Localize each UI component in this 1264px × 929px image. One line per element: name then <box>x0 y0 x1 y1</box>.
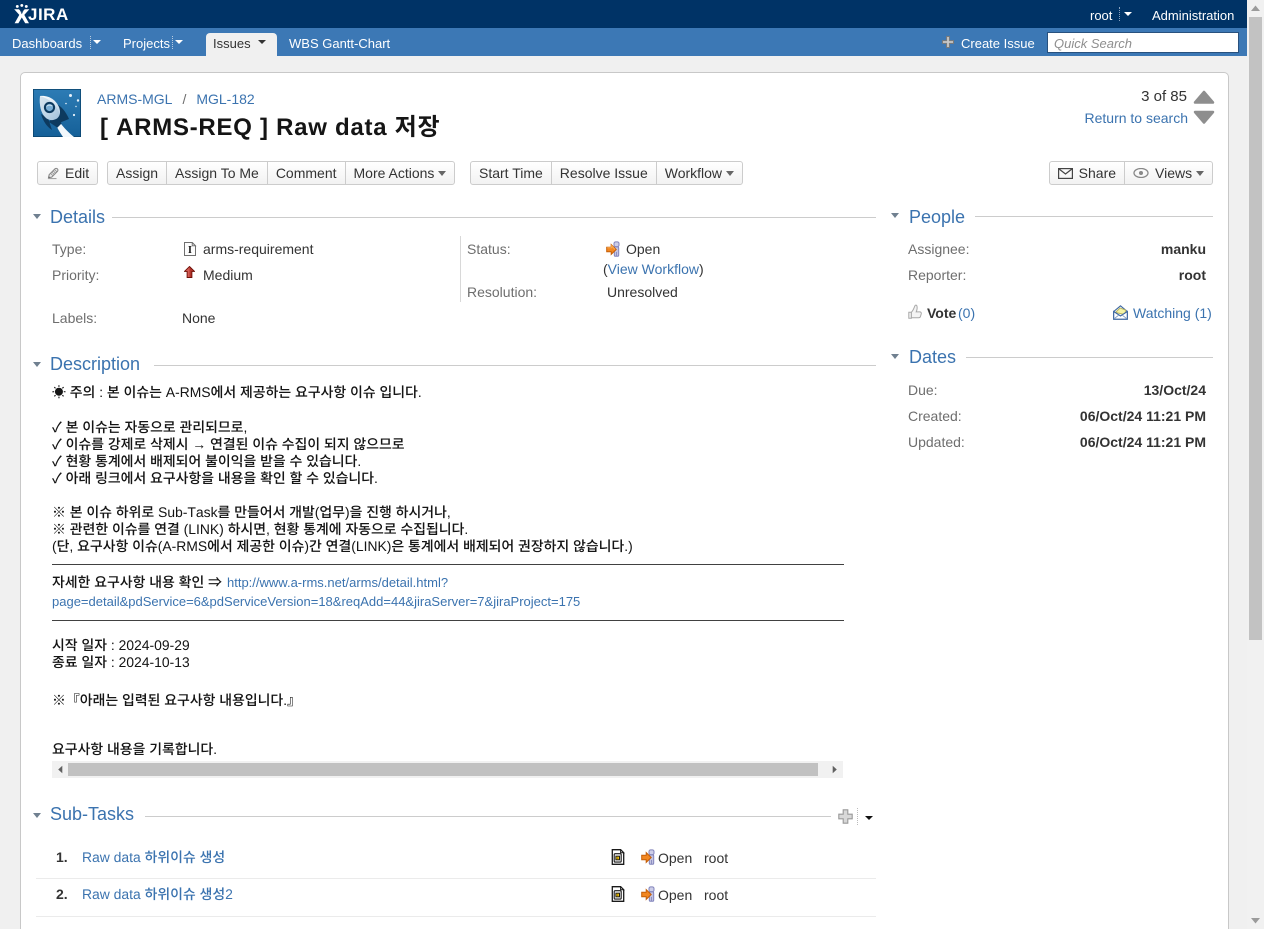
svg-text:I: I <box>188 245 192 256</box>
